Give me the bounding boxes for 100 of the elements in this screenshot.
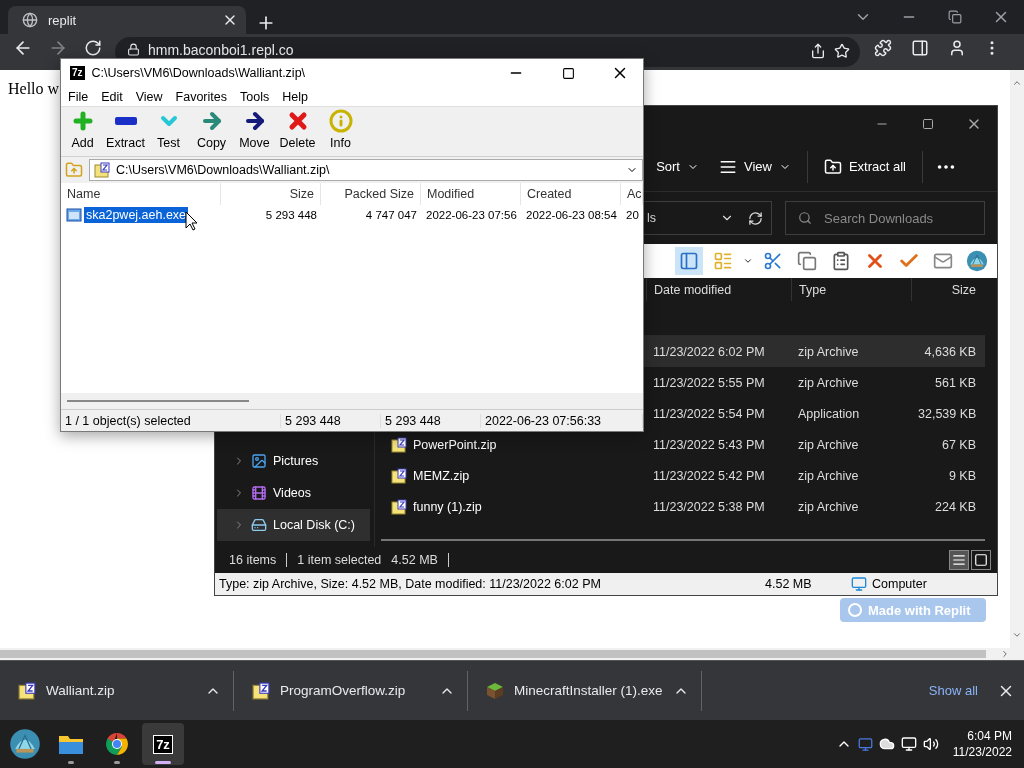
preview-pane-icon[interactable] bbox=[679, 251, 699, 271]
type-cell-text: zip Archive bbox=[797, 344, 860, 359]
scroll-up-icon[interactable] bbox=[1012, 78, 1022, 88]
size-cell-text: 224 KB bbox=[934, 499, 977, 514]
file-row[interactable]: 11/23/2022 6:02 PM zip Archive 4,636 KB bbox=[646, 336, 985, 367]
copy-icon[interactable] bbox=[797, 251, 817, 271]
toolbar-button[interactable]: Move bbox=[233, 109, 276, 156]
menu-item[interactable]: View bbox=[135, 89, 163, 104]
scroll-right-icon[interactable] bbox=[1000, 649, 1010, 659]
column-header[interactable]: Size bbox=[911, 278, 983, 301]
table-cell-text: 5 293 448 bbox=[264, 208, 318, 223]
side-panel-icon[interactable] bbox=[911, 39, 929, 57]
tab-title: replit bbox=[48, 12, 78, 28]
column-header[interactable]: Ac bbox=[621, 183, 643, 205]
view-button[interactable]: View bbox=[714, 153, 795, 180]
file-row[interactable]: 11/23/2022 5:42 PM zip Archive 9 KB bbox=[646, 460, 985, 491]
search-field[interactable]: Search Downloads bbox=[785, 201, 985, 235]
file-name[interactable]: MEMZ.zip bbox=[413, 468, 470, 483]
zip-file-icon bbox=[252, 681, 270, 700]
toolbar-button[interactable]: Copy bbox=[190, 109, 233, 156]
toolbar-button[interactable]: Info bbox=[319, 109, 362, 156]
horizontal-scrollbar[interactable] bbox=[0, 648, 1024, 660]
type-cell-text: zip Archive bbox=[797, 468, 860, 483]
scroll-down-icon[interactable] bbox=[1012, 630, 1022, 640]
path-field[interactable]: C:\Users\VM6\Downloads\Walliant.zip\ bbox=[89, 159, 643, 181]
info-icon bbox=[328, 109, 353, 133]
file-name[interactable]: ska2pwej.aeh.exe bbox=[84, 207, 189, 223]
details-view-icon[interactable] bbox=[952, 553, 966, 567]
file-name[interactable]: funny (1).zip bbox=[413, 499, 482, 514]
show-all-link[interactable]: Show all bbox=[918, 677, 988, 704]
nav-item[interactable]: Local Disk (C:) bbox=[217, 509, 370, 541]
zip-file-icon bbox=[391, 467, 407, 484]
column-header[interactable]: Created bbox=[521, 183, 621, 205]
menu-item[interactable]: Edit bbox=[101, 89, 123, 104]
network-icon[interactable] bbox=[900, 736, 917, 752]
shell-icon bbox=[966, 250, 988, 272]
toolbar-button[interactable]: Test bbox=[147, 109, 190, 156]
toolbar-button[interactable]: Add bbox=[61, 109, 104, 156]
date-cell-text: 11/23/2022 5:42 PM bbox=[652, 468, 766, 483]
reload-icon[interactable] bbox=[84, 39, 102, 57]
toolbar-button[interactable]: Delete bbox=[276, 109, 319, 156]
refresh-icon[interactable] bbox=[748, 210, 763, 226]
toolbar-button[interactable]: Extract bbox=[104, 109, 147, 156]
extensions-icon[interactable] bbox=[874, 39, 892, 57]
column-header[interactable]: Packed Size bbox=[321, 183, 421, 205]
monitor-icon[interactable] bbox=[857, 736, 873, 752]
file-row[interactable]: 11/23/2022 5:55 PM zip Archive 561 KB bbox=[646, 367, 985, 398]
table-cell-text: 2022-06-23 08:54 bbox=[525, 208, 618, 223]
globe-icon bbox=[22, 12, 38, 28]
clock[interactable]: 6:04 PM 11/23/2022 bbox=[944, 728, 1018, 760]
file-row[interactable]: 11/23/2022 5:54 PM Application 32,539 KB bbox=[646, 398, 985, 429]
column-header[interactable]: Type bbox=[791, 278, 911, 301]
maximize-icon[interactable] bbox=[922, 118, 934, 130]
folder-check-icon[interactable] bbox=[713, 251, 733, 271]
column-header[interactable]: Date modified bbox=[646, 278, 791, 301]
restore-icon[interactable] bbox=[948, 10, 962, 24]
column-header[interactable]: Size bbox=[221, 183, 321, 205]
computer-icon bbox=[851, 576, 867, 592]
download-item[interactable]: ProgramOverflow.zip bbox=[234, 670, 468, 711]
nav-item[interactable]: Pictures bbox=[217, 445, 370, 477]
column-header[interactable]: Modified bbox=[421, 183, 521, 205]
menu-item[interactable]: File bbox=[68, 89, 89, 104]
download-item[interactable]: Walliant.zip bbox=[0, 670, 234, 711]
zip-file-icon bbox=[391, 498, 407, 515]
type-cell-text: Application bbox=[797, 406, 861, 421]
file-row[interactable]: 11/23/2022 5:38 PM zip Archive 224 KB bbox=[646, 491, 985, 522]
sort-button[interactable]: Sort bbox=[652, 155, 703, 178]
type-cell-text: zip Archive bbox=[797, 499, 860, 514]
horizontal-scrollbar[interactable] bbox=[61, 393, 643, 409]
date-cell-text: 11/23/2022 5:38 PM bbox=[652, 499, 766, 514]
browser-tab[interactable]: replit bbox=[8, 6, 246, 34]
taskbar-app[interactable]: 7z bbox=[142, 723, 184, 765]
volume-icon[interactable] bbox=[922, 736, 939, 752]
cloud-icon[interactable] bbox=[878, 736, 895, 752]
bookmark-star-icon[interactable] bbox=[834, 43, 850, 59]
file-icon bbox=[66, 208, 82, 222]
page-scrollbar[interactable] bbox=[1010, 70, 1024, 648]
status-location: Computer bbox=[872, 577, 927, 591]
scissors-icon[interactable] bbox=[763, 251, 783, 271]
file-name[interactable]: PowerPoint.zip bbox=[413, 437, 497, 452]
envelope-icon[interactable] bbox=[933, 251, 953, 271]
window-title: C:\Users\VM6\Downloads\Walliant.zip\ bbox=[91, 66, 307, 80]
column-header[interactable]: Name bbox=[61, 183, 221, 205]
extract-button[interactable]: Extract all bbox=[819, 153, 910, 180]
maximize-icon[interactable] bbox=[561, 66, 575, 80]
menu-item[interactable]: Favorites bbox=[175, 89, 227, 104]
menu-item[interactable]: Tools bbox=[240, 89, 270, 104]
table-cell-text: 4 747 047 bbox=[364, 208, 418, 223]
address-field[interactable]: ls bbox=[644, 201, 772, 235]
profile-icon[interactable] bbox=[948, 39, 966, 57]
tiles-view-icon[interactable] bbox=[974, 553, 988, 567]
download-item[interactable]: MinecraftInstaller (1).exe bbox=[468, 670, 702, 711]
menu-item[interactable]: Help bbox=[282, 89, 308, 104]
file-row[interactable]: 11/23/2022 5:43 PM zip Archive 67 KB bbox=[646, 429, 985, 460]
share-icon[interactable] bbox=[810, 43, 826, 59]
table-cell-text: 2022-06-23 07:56 bbox=[425, 208, 518, 223]
caret-icon[interactable] bbox=[743, 256, 753, 266]
paste-icon[interactable] bbox=[831, 251, 851, 271]
nav-item[interactable]: Videos bbox=[217, 477, 370, 509]
size-cell-text: 32,539 KB bbox=[917, 406, 978, 421]
